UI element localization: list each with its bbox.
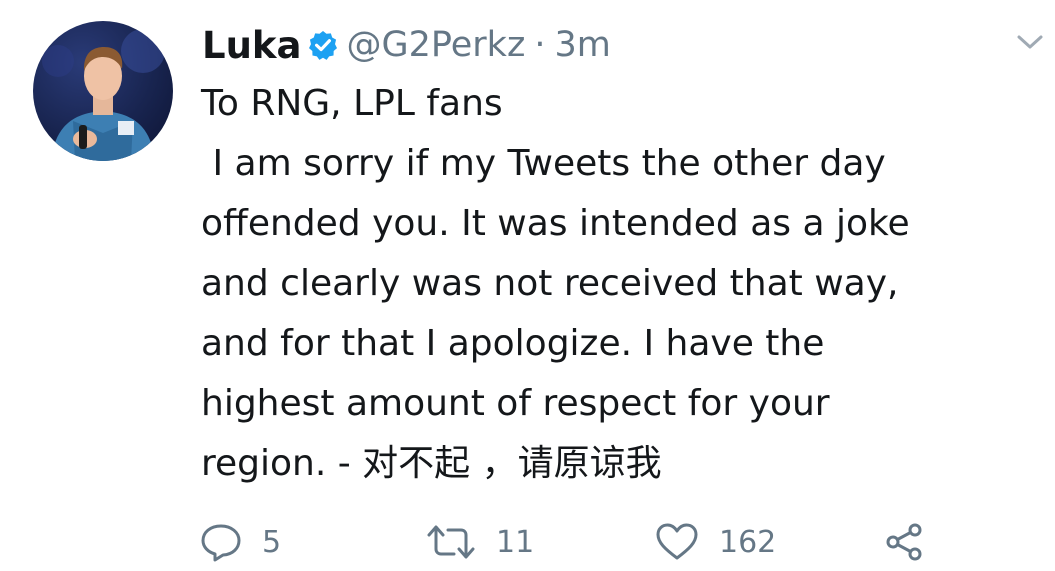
header-separator: · (534, 25, 546, 65)
like-button[interactable]: 162 (655, 518, 776, 566)
verified-badge-icon (308, 31, 337, 60)
reply-icon (201, 524, 241, 562)
tweet-timestamp[interactable]: 3m (554, 25, 610, 65)
heart-icon (656, 523, 698, 560)
tweet-actions: 5 11 162 (200, 518, 940, 566)
tweet-text-line: and clearly was not received that way, (201, 263, 899, 304)
retweet-button[interactable]: 11 (426, 518, 534, 566)
tweet-text-line: and for that I apologize. I have the (201, 323, 825, 364)
share-button[interactable] (884, 518, 924, 566)
share-icon (886, 523, 922, 561)
avatar[interactable] (33, 21, 173, 161)
reply-button[interactable]: 5 (200, 518, 281, 566)
tweet-header: Luka @G2Perkz · 3m (202, 20, 611, 70)
tweet-text-line: I am sorry if my Tweets the other day (201, 143, 886, 184)
tweet-text-line: highest amount of respect for your (201, 383, 830, 424)
display-name[interactable]: Luka (202, 24, 302, 67)
tweet-text: To RNG, LPL fans I am sorry if my Tweets… (201, 74, 1041, 494)
reply-count: 5 (262, 524, 282, 560)
tweet-text-line: offended you. It was intended as a joke (201, 203, 910, 244)
avatar-image (42, 29, 165, 161)
chevron-down-icon[interactable] (1015, 30, 1045, 54)
tweet-text-line: region. - 对不起 ，请原谅我 (201, 443, 662, 484)
like-count: 162 (719, 524, 777, 560)
tweet-text-line: To RNG, LPL fans (201, 83, 503, 124)
tweet-card: Luka @G2Perkz · 3m To RNG, LPL fans I am… (0, 0, 1055, 571)
retweet-count: 11 (496, 524, 535, 560)
retweet-icon (427, 525, 475, 559)
user-handle[interactable]: @G2Perkz (347, 25, 526, 65)
